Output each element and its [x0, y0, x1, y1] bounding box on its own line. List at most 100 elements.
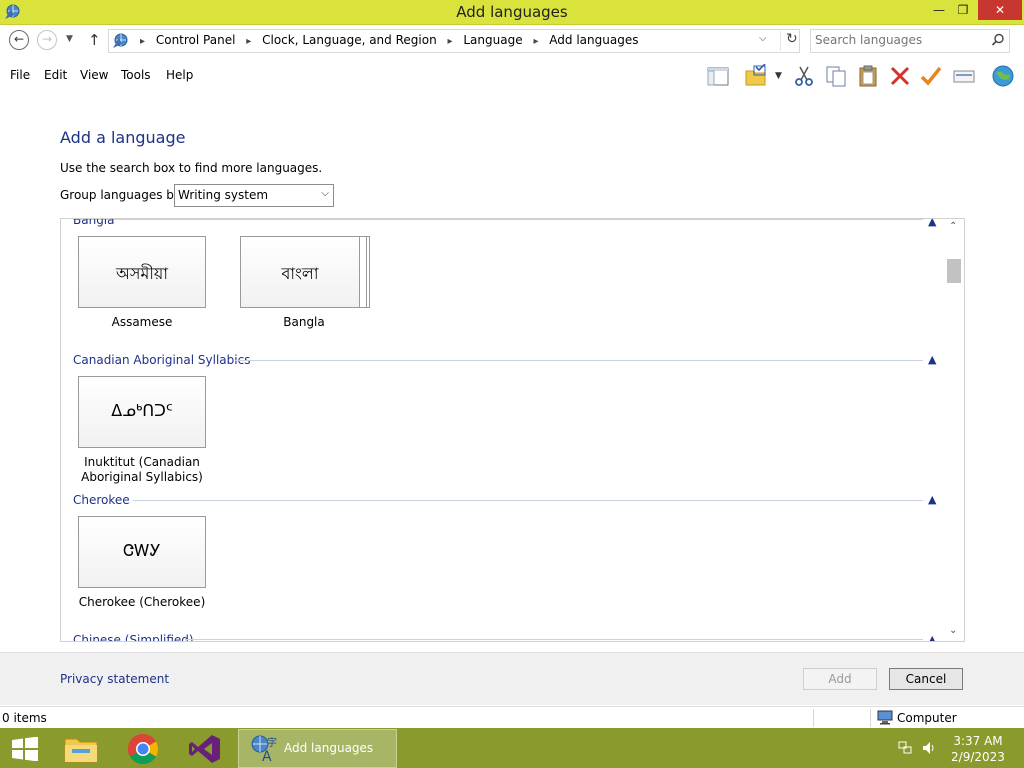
add-button[interactable]: Add — [803, 668, 877, 690]
breadcrumb-control-panel[interactable]: Control Panel — [156, 33, 236, 47]
control-panel-icon — [113, 33, 128, 48]
group-divider — [235, 360, 923, 361]
restore-button[interactable]: ❐ — [949, 0, 977, 20]
chevron-right-icon[interactable]: ▸ — [246, 36, 251, 47]
group-header-canadian-aboriginal-syllabics[interactable]: Canadian Aboriginal Syllabics — [73, 353, 250, 367]
collapse-icon[interactable]: ▲ — [928, 219, 936, 228]
scrollbar-thumb[interactable] — [947, 259, 961, 283]
address-row: ← → ▼ ↑ ▸ Control Panel ▸ Clock, Languag… — [0, 26, 1024, 56]
group-header-bangla[interactable]: Bangla — [73, 219, 115, 227]
title-bar: Add languages — ❐ ✕ — [0, 0, 1024, 25]
collapse-icon[interactable]: ▲ — [928, 353, 936, 366]
group-divider — [73, 219, 923, 220]
copy-icon[interactable] — [824, 64, 848, 88]
scroll-up-icon[interactable]: ⌃ — [949, 221, 957, 232]
visual-studio-icon[interactable] — [182, 731, 228, 767]
window-title: Add languages — [456, 3, 568, 21]
menu-file[interactable]: File — [10, 68, 30, 82]
language-script: ᏣᎳᎩ — [123, 541, 161, 560]
language-script: বাংলা — [281, 264, 319, 283]
menu-tools[interactable]: Tools — [121, 68, 151, 82]
cut-icon[interactable] — [792, 64, 816, 88]
scroll-down-icon[interactable]: ⌄ — [949, 625, 957, 636]
svg-text:A: A — [262, 749, 272, 763]
back-button[interactable]: ← — [9, 30, 29, 50]
forward-button[interactable]: → — [37, 30, 57, 50]
taskbar-item-label: Add languages — [284, 741, 374, 755]
clock-date: 2/9/2023 — [951, 750, 1005, 764]
group-divider — [185, 639, 923, 640]
breadcrumb-clock-language-region[interactable]: Clock, Language, and Region — [262, 33, 437, 47]
group-by-label: Group languages by: — [60, 188, 185, 202]
item-count: 0 items — [2, 711, 47, 725]
menu-help[interactable]: Help — [166, 68, 193, 82]
menu-view[interactable]: View — [80, 68, 108, 82]
group-divider — [133, 500, 923, 501]
address-dropdown-icon[interactable]: ⌵ — [759, 33, 767, 44]
chevron-down-icon: ⌵ — [321, 188, 329, 199]
folder-options-icon[interactable] — [744, 64, 768, 88]
taskbar-add-languages[interactable]: A 字 Add languages — [238, 729, 397, 768]
refresh-icon[interactable]: ↻ — [780, 31, 798, 51]
breadcrumb-language[interactable]: Language — [463, 33, 522, 47]
close-button[interactable]: ✕ — [978, 0, 1022, 20]
group-by-select[interactable]: Writing system ⌵ — [174, 184, 334, 207]
search-input[interactable] — [815, 32, 985, 48]
cancel-button[interactable]: Cancel — [889, 668, 963, 690]
address-bar[interactable]: ▸ Control Panel ▸ Clock, Language, and R… — [108, 29, 800, 53]
language-script: অসমীয়া — [116, 264, 168, 283]
globe-icon[interactable] — [991, 64, 1015, 88]
system-clock[interactable]: 3:37 AM 2/9/2023 — [948, 733, 1008, 765]
search-icon[interactable] — [991, 33, 1005, 47]
search-hint-text: Use the search box to find more language… — [60, 161, 323, 175]
taskbar: A 字 Add languages 3:37 AM 2/9/2023 — [0, 728, 1024, 768]
breadcrumb-add-languages[interactable]: Add languages — [549, 33, 638, 47]
chevron-right-icon[interactable]: ▸ — [533, 36, 538, 47]
network-icon[interactable] — [897, 740, 913, 756]
menu-edit[interactable]: Edit — [44, 68, 67, 82]
language-list[interactable]: Bangla ▲ অসমীয়া Assamese বাংলা Bangla C… — [60, 218, 965, 642]
search-box — [810, 29, 1010, 53]
chevron-right-icon[interactable]: ▸ — [140, 36, 145, 47]
up-button[interactable]: ↑ — [88, 31, 101, 49]
folder-options-dropdown-icon[interactable]: ▼ — [775, 71, 782, 81]
windows-start-icon[interactable] — [11, 737, 39, 761]
group-header-cherokee[interactable]: Cherokee — [73, 493, 130, 507]
language-label: Cherokee (Cherokee) — [78, 595, 206, 609]
breadcrumb: ▸ Control Panel ▸ Clock, Language, and R… — [133, 33, 638, 47]
computer-icon — [877, 710, 893, 725]
page-title: Add a language — [60, 128, 186, 147]
menu-bar: File Edit View Tools Help ▼ — [0, 60, 1024, 90]
dialog-footer: Privacy statement Add Cancel — [0, 652, 1024, 705]
language-label: Bangla — [283, 315, 325, 329]
chrome-icon[interactable] — [120, 731, 166, 767]
language-tile-inuktitut[interactable]: ᐃᓄᒃᑎᑐᑦ — [78, 376, 206, 448]
status-bar: 0 items Computer — [0, 706, 1024, 729]
delete-icon[interactable] — [888, 64, 912, 88]
checkmark-icon[interactable] — [919, 64, 943, 88]
paste-icon[interactable] — [856, 64, 880, 88]
language-label: Inuktitut (Canadian Aboriginal Syllabics… — [81, 455, 203, 484]
group-header-chinese-simplified[interactable]: Chinese (Simplified) — [73, 633, 194, 641]
file-explorer-icon[interactable] — [58, 731, 104, 767]
language-script: ᐃᓄᒃᑎᑐᑦ — [111, 401, 173, 420]
svg-text:字: 字 — [267, 736, 277, 749]
layout-pane-icon[interactable] — [706, 64, 730, 88]
status-divider — [813, 709, 814, 727]
location-text: Computer — [897, 711, 957, 725]
language-label: Assamese — [111, 315, 173, 329]
privacy-statement-link[interactable]: Privacy statement — [60, 672, 169, 686]
clock-time: 3:37 AM — [953, 734, 1003, 748]
recent-locations-dropdown[interactable]: ▼ — [66, 34, 73, 44]
collapse-icon[interactable]: ▲ — [928, 493, 936, 506]
group-by-value: Writing system — [178, 188, 269, 202]
language-tile-bangla[interactable]: বাংলা — [240, 236, 360, 308]
properties-icon[interactable] — [952, 64, 976, 88]
chevron-right-icon[interactable]: ▸ — [448, 36, 453, 47]
language-tile-cherokee[interactable]: ᏣᎳᎩ — [78, 516, 206, 588]
vertical-scrollbar[interactable]: ⌃ ⌄ — [945, 219, 963, 641]
volume-icon[interactable] — [921, 740, 937, 756]
main-content: Add a language Use the search box to fin… — [0, 90, 1024, 652]
collapse-icon[interactable]: ▲ — [928, 633, 936, 641]
language-tile-assamese[interactable]: অসমীয়া — [78, 236, 206, 308]
